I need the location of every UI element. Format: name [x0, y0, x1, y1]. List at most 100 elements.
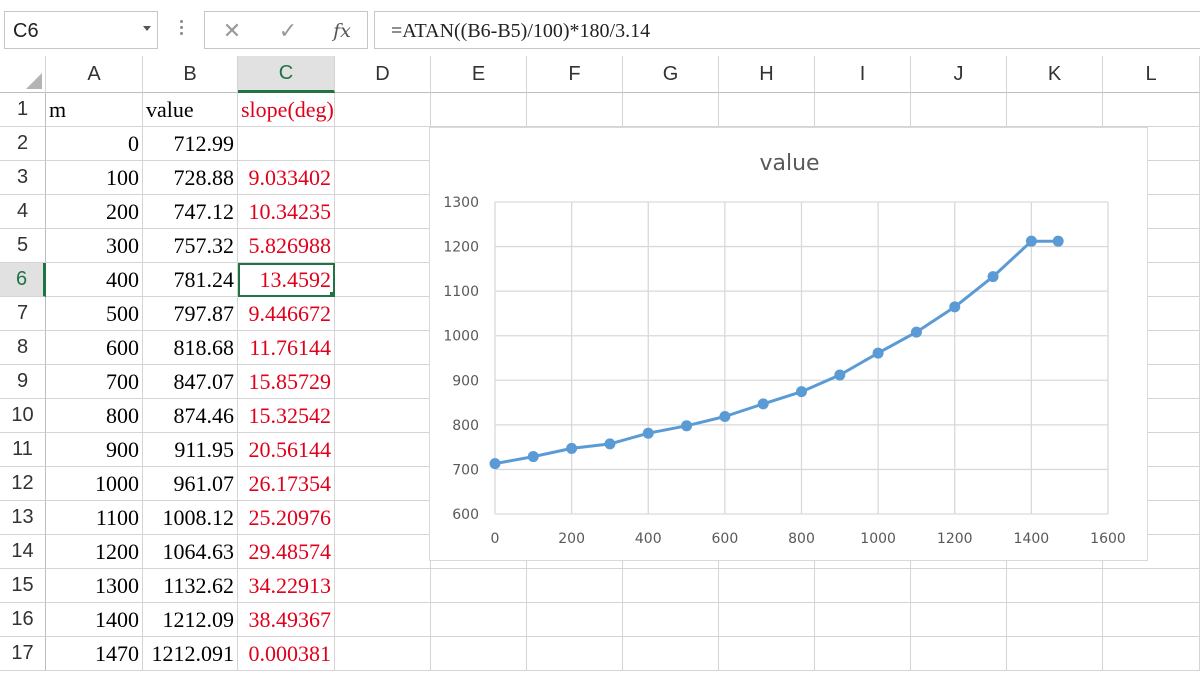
cell-h15[interactable]	[719, 569, 815, 603]
cancel-icon[interactable]: ✕	[217, 18, 247, 44]
cell-b5[interactable]: 757.32	[143, 229, 238, 263]
cell-b2[interactable]: 712.99	[143, 127, 238, 161]
cell-j1[interactable]	[911, 93, 1007, 127]
cell-a17[interactable]: 1470	[46, 637, 143, 671]
cell-d4[interactable]	[335, 195, 431, 229]
cell-k1[interactable]	[1007, 93, 1103, 127]
row-header-17[interactable]: 17	[0, 637, 46, 671]
cell-b12[interactable]: 961.07	[143, 467, 238, 501]
cell-b9[interactable]: 847.07	[143, 365, 238, 399]
cell-c5[interactable]: 5.826988	[238, 229, 335, 263]
cell-c15[interactable]: 34.22913	[238, 569, 335, 603]
row-header-14[interactable]: 14	[0, 535, 46, 569]
cell-c1[interactable]: slope(deg)	[238, 93, 335, 127]
cell-f1[interactable]	[527, 93, 623, 127]
cell-f15[interactable]	[527, 569, 623, 603]
column-header-c[interactable]: C	[238, 56, 335, 93]
cell-k17[interactable]	[1007, 637, 1103, 671]
row-header-10[interactable]: 10	[0, 399, 46, 433]
cell-j16[interactable]	[911, 603, 1007, 637]
cell-f17[interactable]	[527, 637, 623, 671]
cell-c16[interactable]: 38.49367	[238, 603, 335, 637]
column-header-f[interactable]: F	[527, 56, 623, 93]
cell-a9[interactable]: 700	[46, 365, 143, 399]
cell-h17[interactable]	[719, 637, 815, 671]
cell-a7[interactable]: 500	[46, 297, 143, 331]
row-header-15[interactable]: 15	[0, 569, 46, 603]
cell-c4[interactable]: 10.34235	[238, 195, 335, 229]
cell-k15[interactable]	[1007, 569, 1103, 603]
cell-c10[interactable]: 15.32542	[238, 399, 335, 433]
column-header-l[interactable]: L	[1103, 56, 1200, 93]
cell-c3[interactable]: 9.033402	[238, 161, 335, 195]
row-header-16[interactable]: 16	[0, 603, 46, 637]
cell-a15[interactable]: 1300	[46, 569, 143, 603]
row-header-5[interactable]: 5	[0, 229, 46, 263]
cell-b13[interactable]: 1008.12	[143, 501, 238, 535]
column-header-h[interactable]: H	[719, 56, 815, 93]
row-header-13[interactable]: 13	[0, 501, 46, 535]
column-header-j[interactable]: J	[911, 56, 1007, 93]
more-options-icon[interactable]	[178, 20, 184, 40]
cell-a5[interactable]: 300	[46, 229, 143, 263]
cell-c14[interactable]: 29.48574	[238, 535, 335, 569]
cell-h1[interactable]	[719, 93, 815, 127]
row-header-1[interactable]: 1	[0, 93, 46, 127]
cell-e17[interactable]	[431, 637, 527, 671]
column-header-k[interactable]: K	[1007, 56, 1103, 93]
cell-a8[interactable]: 600	[46, 331, 143, 365]
cell-d17[interactable]	[335, 637, 431, 671]
row-header-3[interactable]: 3	[0, 161, 46, 195]
cell-b4[interactable]: 747.12	[143, 195, 238, 229]
cell-c11[interactable]: 20.56144	[238, 433, 335, 467]
cell-d6[interactable]	[335, 263, 431, 297]
cell-i16[interactable]	[815, 603, 911, 637]
cell-d8[interactable]	[335, 331, 431, 365]
cell-c12[interactable]: 26.17354	[238, 467, 335, 501]
column-header-b[interactable]: B	[143, 56, 238, 93]
cell-g16[interactable]	[623, 603, 719, 637]
cell-k16[interactable]	[1007, 603, 1103, 637]
cell-l1[interactable]	[1103, 93, 1200, 127]
cell-b11[interactable]: 911.95	[143, 433, 238, 467]
cell-l17[interactable]	[1103, 637, 1200, 671]
cell-i17[interactable]	[815, 637, 911, 671]
row-header-11[interactable]: 11	[0, 433, 46, 467]
cell-d12[interactable]	[335, 467, 431, 501]
cell-g1[interactable]	[623, 93, 719, 127]
row-header-6[interactable]: 6	[0, 263, 46, 297]
cell-h16[interactable]	[719, 603, 815, 637]
cell-b10[interactable]: 874.46	[143, 399, 238, 433]
cell-f16[interactable]	[527, 603, 623, 637]
cell-a1[interactable]: m	[46, 93, 143, 127]
chevron-down-icon[interactable]	[143, 26, 151, 31]
cell-j17[interactable]	[911, 637, 1007, 671]
row-header-12[interactable]: 12	[0, 467, 46, 501]
cell-d13[interactable]	[335, 501, 431, 535]
cell-b16[interactable]: 1212.09	[143, 603, 238, 637]
cell-c13[interactable]: 25.20976	[238, 501, 335, 535]
cell-i1[interactable]	[815, 93, 911, 127]
cell-b15[interactable]: 1132.62	[143, 569, 238, 603]
column-header-d[interactable]: D	[335, 56, 431, 93]
cell-e1[interactable]	[431, 93, 527, 127]
cell-e15[interactable]	[431, 569, 527, 603]
cell-b17[interactable]: 1212.091	[143, 637, 238, 671]
cell-d9[interactable]	[335, 365, 431, 399]
cell-d1[interactable]	[335, 93, 431, 127]
cell-g17[interactable]	[623, 637, 719, 671]
row-header-9[interactable]: 9	[0, 365, 46, 399]
column-header-g[interactable]: G	[623, 56, 719, 93]
cell-j15[interactable]	[911, 569, 1007, 603]
chart[interactable]: value 600 700 800 900 1000 1100 1200 1300 0 200 400…	[429, 127, 1148, 561]
formula-input[interactable]: =ATAN((B6-B5)/100)*180/3.14	[374, 11, 1200, 49]
cell-a16[interactable]: 1400	[46, 603, 143, 637]
enter-icon[interactable]: ✓	[273, 18, 303, 44]
cell-d7[interactable]	[335, 297, 431, 331]
cell-b3[interactable]: 728.88	[143, 161, 238, 195]
column-header-a[interactable]: A	[46, 56, 143, 93]
cell-b6[interactable]: 781.24	[143, 263, 238, 297]
cell-d3[interactable]	[335, 161, 431, 195]
cell-a6[interactable]: 400	[46, 263, 143, 297]
cell-a3[interactable]: 100	[46, 161, 143, 195]
